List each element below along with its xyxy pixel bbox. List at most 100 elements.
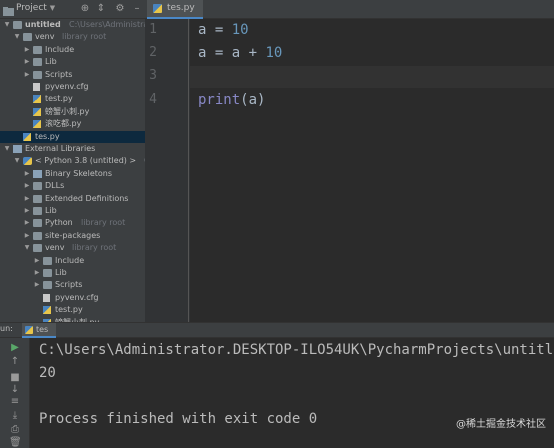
tree-item[interactable]: test.py [0, 304, 145, 316]
gutter-divider [188, 19, 189, 322]
code-token: a = [198, 22, 232, 38]
locate-icon[interactable]: ⊕ [79, 3, 91, 15]
chevron-right-icon[interactable]: ▶ [23, 69, 31, 81]
tree-item-label: Python [45, 218, 73, 228]
tree-item[interactable]: ▶ Python library root [0, 217, 145, 229]
rerun-icon[interactable]: ▶ [9, 342, 21, 354]
tree-item-label: Scripts [45, 69, 73, 79]
down-icon[interactable]: ↓ [9, 384, 21, 396]
editor-tab-tes-py[interactable]: tes.py [147, 0, 203, 19]
chevron-right-icon[interactable]: ▶ [23, 44, 31, 56]
chevron-right-icon[interactable]: ▶ [33, 267, 41, 279]
chevron-right-icon[interactable]: ▶ [23, 168, 31, 180]
tree-item[interactable]: ▶ Scripts [0, 69, 145, 81]
tree-item[interactable]: ▶ Scripts [0, 279, 145, 291]
chevron-down-icon[interactable]: ▼ [3, 19, 11, 31]
lib-icon [13, 145, 22, 153]
folder-icon [33, 194, 42, 203]
soft-wrap-icon[interactable]: ≡ [9, 396, 21, 408]
tree-item-label: Extended Definitions [45, 193, 129, 203]
tree-item[interactable]: ▶ Extended Definitions [0, 193, 145, 205]
python-icon [23, 157, 32, 166]
hide-icon[interactable]: – [131, 3, 143, 15]
chevron-right-icon[interactable]: ▶ [23, 205, 31, 217]
tree-item-label: Scripts [55, 280, 83, 290]
tree-item[interactable]: ▼ External Libraries [0, 143, 145, 155]
tree-item[interactable]: pyvenv.cfg [0, 81, 145, 93]
tree-item-label: venv [35, 32, 55, 42]
console-line: 20 [39, 365, 56, 381]
tree-item[interactable]: tes.py [0, 130, 145, 143]
folder-icon [43, 269, 52, 277]
chevron-right-icon[interactable]: ▶ [23, 230, 31, 242]
chevron-right-icon[interactable]: ▶ [23, 180, 31, 192]
chevron-right-icon[interactable]: ▶ [23, 56, 31, 68]
scroll-to-end-icon[interactable]: ⤓ [9, 410, 21, 422]
tree-item[interactable]: pyvenv.cfg [0, 292, 145, 304]
project-panel-header: Project ▼ ⊕ ⇕ ⚙ – [0, 0, 145, 19]
chevron-right-icon[interactable]: ▶ [33, 279, 41, 291]
chevron-right-icon[interactable]: ▶ [23, 193, 31, 205]
gear-icon[interactable]: ⚙ [114, 3, 126, 15]
tree-item-label: Lib [45, 206, 57, 215]
py-icon [33, 95, 41, 104]
tree-item-label: test.py [45, 94, 73, 104]
tree-item[interactable]: ▼ venv library root [0, 31, 145, 43]
collapse-all-icon[interactable]: ⇕ [95, 3, 107, 15]
tree-item[interactable]: ▶ site-packages [0, 230, 145, 242]
tree-item[interactable]: test.py [0, 93, 145, 105]
tree-item[interactable]: ▶ Include [0, 44, 145, 56]
tree-item-hint: library root [62, 32, 107, 42]
tree-item-hint: C:\Users\Administrator.DE [69, 20, 145, 29]
folder-icon [33, 58, 42, 67]
tree-item-label: pyvenv.cfg [55, 292, 99, 302]
chevron-down-icon[interactable]: ▼ [13, 155, 21, 167]
stop-icon[interactable]: ■ [9, 372, 21, 384]
tree-item[interactable]: ▼ untitled C:\Users\Administrator.DE [0, 19, 145, 31]
tree-item[interactable]: ▶ Include [0, 255, 145, 267]
run-tab-label: tes [36, 325, 49, 334]
print-icon[interactable]: ⎙ [9, 424, 21, 436]
folder-icon [33, 231, 42, 240]
chevron-down-icon[interactable]: ▼ [13, 31, 21, 43]
py-icon [23, 132, 31, 141]
tree-item[interactable]: ▶ Binary Skeletons [0, 168, 145, 180]
run-tab-tes[interactable]: tes [22, 323, 57, 338]
tree-item[interactable]: ▶ Lib [0, 56, 145, 68]
tree-item[interactable]: ▶ Lib [0, 205, 145, 217]
tree-item-label: tes.py [35, 131, 60, 141]
up-icon[interactable]: ↑ [9, 356, 21, 368]
run-console[interactable]: C:\Users\Administrator.DESKTOP-ILO54UK\P… [31, 338, 554, 448]
folder-icon [43, 281, 52, 290]
python-file-icon [153, 4, 162, 13]
code-line: a = a + 10 [198, 45, 282, 61]
tree-item[interactable]: ▶ DLLs [0, 180, 145, 192]
tree-item-label: site-packages [45, 230, 101, 240]
code-line: print(a) [198, 92, 265, 108]
tree-item[interactable]: ▶ Lib [0, 267, 145, 279]
chevron-down-icon[interactable]: ▼ [23, 242, 31, 254]
tree-item-label: venv [45, 243, 65, 253]
code-token: 10 [265, 45, 283, 61]
tree-item[interactable]: ▼< Python 3.8 (untitled) >C:\Users [0, 155, 145, 167]
trash-icon[interactable]: 🗑 [9, 437, 22, 448]
chevron-right-icon[interactable]: ▶ [23, 217, 31, 229]
chevron-right-icon[interactable]: ▶ [33, 255, 41, 267]
lib-icon [33, 169, 42, 178]
project-view-selector[interactable]: Project ▼ [16, 3, 55, 13]
tree-item[interactable]: 螃蟹小刺.py [0, 106, 145, 118]
code-token: a = a + [198, 45, 266, 61]
chevron-down-icon[interactable]: ▼ [3, 143, 11, 155]
line-number: 4 [149, 92, 157, 107]
code-token: 10 [231, 22, 249, 38]
tree-item-label: 螃蟹小刺.py [45, 106, 90, 116]
tree-item-hint: library root [81, 218, 126, 228]
py-icon [33, 107, 41, 116]
folder-icon [13, 21, 22, 29]
line-number: 2 [149, 45, 157, 60]
code-line: a = 10 [198, 22, 249, 38]
tree-item[interactable]: ▼ venv library root [0, 242, 145, 254]
console-line: Process finished with exit code 0 [39, 411, 318, 427]
editor-tab-bar: tes.py [145, 0, 554, 19]
tree-item[interactable]: 滚吃都.py [0, 118, 145, 130]
